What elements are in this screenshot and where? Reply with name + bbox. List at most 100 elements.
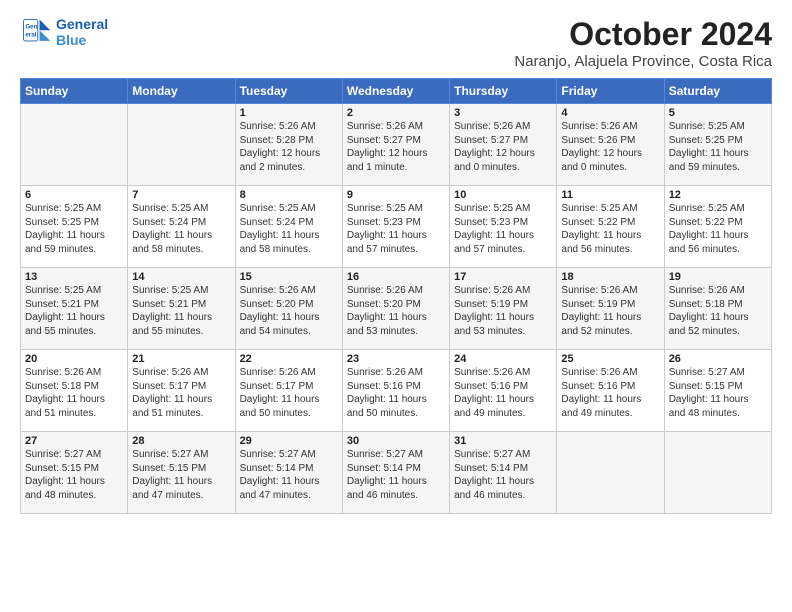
day-number: 14 <box>132 271 230 283</box>
day-number: 8 <box>240 189 338 201</box>
day-number: 30 <box>347 435 445 447</box>
calendar-cell: 14Sunrise: 5:25 AM Sunset: 5:21 PM Dayli… <box>128 268 235 350</box>
col-header-tuesday: Tuesday <box>235 79 342 104</box>
day-info: Sunrise: 5:25 AM Sunset: 5:25 PM Dayligh… <box>25 202 123 256</box>
calendar-cell: 10Sunrise: 5:25 AM Sunset: 5:23 PM Dayli… <box>450 186 557 268</box>
day-info: Sunrise: 5:26 AM Sunset: 5:19 PM Dayligh… <box>454 284 552 338</box>
day-number: 28 <box>132 435 230 447</box>
day-info: Sunrise: 5:26 AM Sunset: 5:18 PM Dayligh… <box>25 366 123 420</box>
calendar-cell: 28Sunrise: 5:27 AM Sunset: 5:15 PM Dayli… <box>128 432 235 514</box>
day-info: Sunrise: 5:27 AM Sunset: 5:14 PM Dayligh… <box>240 448 338 502</box>
main-title: October 2024 <box>514 16 772 53</box>
week-row-1: 6Sunrise: 5:25 AM Sunset: 5:25 PM Daylig… <box>21 186 772 268</box>
day-number: 31 <box>454 435 552 447</box>
calendar-cell: 15Sunrise: 5:26 AM Sunset: 5:20 PM Dayli… <box>235 268 342 350</box>
day-info: Sunrise: 5:25 AM Sunset: 5:23 PM Dayligh… <box>347 202 445 256</box>
day-info: Sunrise: 5:25 AM Sunset: 5:22 PM Dayligh… <box>561 202 659 256</box>
calendar-cell: 21Sunrise: 5:26 AM Sunset: 5:17 PM Dayli… <box>128 350 235 432</box>
calendar-cell <box>557 432 664 514</box>
calendar-cell: 18Sunrise: 5:26 AM Sunset: 5:19 PM Dayli… <box>557 268 664 350</box>
day-number: 20 <box>25 353 123 365</box>
title-block: October 2024 Naranjo, Alajuela Province,… <box>514 16 772 70</box>
calendar-cell: 2Sunrise: 5:26 AM Sunset: 5:27 PM Daylig… <box>342 104 449 186</box>
day-info: Sunrise: 5:27 AM Sunset: 5:14 PM Dayligh… <box>347 448 445 502</box>
day-info: Sunrise: 5:26 AM Sunset: 5:17 PM Dayligh… <box>240 366 338 420</box>
day-info: Sunrise: 5:26 AM Sunset: 5:27 PM Dayligh… <box>347 120 445 174</box>
calendar-table: SundayMondayTuesdayWednesdayThursdayFrid… <box>20 78 772 514</box>
day-number: 9 <box>347 189 445 201</box>
day-info: Sunrise: 5:27 AM Sunset: 5:15 PM Dayligh… <box>132 448 230 502</box>
calendar-cell: 27Sunrise: 5:27 AM Sunset: 5:15 PM Dayli… <box>21 432 128 514</box>
calendar-cell: 20Sunrise: 5:26 AM Sunset: 5:18 PM Dayli… <box>21 350 128 432</box>
calendar-cell: 25Sunrise: 5:26 AM Sunset: 5:16 PM Dayli… <box>557 350 664 432</box>
day-number: 26 <box>669 353 767 365</box>
calendar-cell <box>128 104 235 186</box>
day-number: 13 <box>25 271 123 283</box>
calendar-cell: 11Sunrise: 5:25 AM Sunset: 5:22 PM Dayli… <box>557 186 664 268</box>
col-header-monday: Monday <box>128 79 235 104</box>
calendar-cell: 17Sunrise: 5:26 AM Sunset: 5:19 PM Dayli… <box>450 268 557 350</box>
calendar-cell: 24Sunrise: 5:26 AM Sunset: 5:16 PM Dayli… <box>450 350 557 432</box>
day-number: 29 <box>240 435 338 447</box>
calendar-cell: 13Sunrise: 5:25 AM Sunset: 5:21 PM Dayli… <box>21 268 128 350</box>
day-info: Sunrise: 5:26 AM Sunset: 5:26 PM Dayligh… <box>561 120 659 174</box>
calendar-cell: 6Sunrise: 5:25 AM Sunset: 5:25 PM Daylig… <box>21 186 128 268</box>
calendar-cell: 23Sunrise: 5:26 AM Sunset: 5:16 PM Dayli… <box>342 350 449 432</box>
page: Gen eral General Blue October 2024 Naran… <box>0 0 792 612</box>
week-row-2: 13Sunrise: 5:25 AM Sunset: 5:21 PM Dayli… <box>21 268 772 350</box>
day-number: 6 <box>25 189 123 201</box>
header-row-table: SundayMondayTuesdayWednesdayThursdayFrid… <box>21 79 772 104</box>
day-info: Sunrise: 5:26 AM Sunset: 5:28 PM Dayligh… <box>240 120 338 174</box>
logo-text: General Blue <box>56 16 108 48</box>
calendar-cell: 29Sunrise: 5:27 AM Sunset: 5:14 PM Dayli… <box>235 432 342 514</box>
day-info: Sunrise: 5:25 AM Sunset: 5:21 PM Dayligh… <box>25 284 123 338</box>
col-header-friday: Friday <box>557 79 664 104</box>
day-number: 21 <box>132 353 230 365</box>
day-number: 25 <box>561 353 659 365</box>
calendar-cell: 31Sunrise: 5:27 AM Sunset: 5:14 PM Dayli… <box>450 432 557 514</box>
col-header-thursday: Thursday <box>450 79 557 104</box>
calendar-cell: 12Sunrise: 5:25 AM Sunset: 5:22 PM Dayli… <box>664 186 771 268</box>
day-number: 16 <box>347 271 445 283</box>
svg-text:eral: eral <box>25 31 36 38</box>
calendar-cell: 9Sunrise: 5:25 AM Sunset: 5:23 PM Daylig… <box>342 186 449 268</box>
calendar-cell <box>664 432 771 514</box>
calendar-cell: 1Sunrise: 5:26 AM Sunset: 5:28 PM Daylig… <box>235 104 342 186</box>
calendar-cell: 5Sunrise: 5:25 AM Sunset: 5:25 PM Daylig… <box>664 104 771 186</box>
day-info: Sunrise: 5:26 AM Sunset: 5:20 PM Dayligh… <box>240 284 338 338</box>
day-number: 15 <box>240 271 338 283</box>
day-number: 1 <box>240 107 338 119</box>
day-info: Sunrise: 5:26 AM Sunset: 5:18 PM Dayligh… <box>669 284 767 338</box>
day-number: 4 <box>561 107 659 119</box>
day-number: 3 <box>454 107 552 119</box>
day-info: Sunrise: 5:26 AM Sunset: 5:16 PM Dayligh… <box>347 366 445 420</box>
day-info: Sunrise: 5:27 AM Sunset: 5:15 PM Dayligh… <box>669 366 767 420</box>
logo: Gen eral General Blue <box>20 16 108 48</box>
day-number: 27 <box>25 435 123 447</box>
day-info: Sunrise: 5:25 AM Sunset: 5:21 PM Dayligh… <box>132 284 230 338</box>
day-number: 19 <box>669 271 767 283</box>
subtitle: Naranjo, Alajuela Province, Costa Rica <box>514 53 772 70</box>
day-info: Sunrise: 5:25 AM Sunset: 5:23 PM Dayligh… <box>454 202 552 256</box>
calendar-cell: 3Sunrise: 5:26 AM Sunset: 5:27 PM Daylig… <box>450 104 557 186</box>
week-row-4: 27Sunrise: 5:27 AM Sunset: 5:15 PM Dayli… <box>21 432 772 514</box>
calendar-cell: 8Sunrise: 5:25 AM Sunset: 5:24 PM Daylig… <box>235 186 342 268</box>
day-number: 22 <box>240 353 338 365</box>
day-info: Sunrise: 5:26 AM Sunset: 5:19 PM Dayligh… <box>561 284 659 338</box>
calendar-cell: 30Sunrise: 5:27 AM Sunset: 5:14 PM Dayli… <box>342 432 449 514</box>
day-number: 12 <box>669 189 767 201</box>
day-number: 5 <box>669 107 767 119</box>
day-info: Sunrise: 5:25 AM Sunset: 5:22 PM Dayligh… <box>669 202 767 256</box>
calendar-cell: 26Sunrise: 5:27 AM Sunset: 5:15 PM Dayli… <box>664 350 771 432</box>
logo-icon: Gen eral <box>20 16 52 48</box>
day-info: Sunrise: 5:26 AM Sunset: 5:20 PM Dayligh… <box>347 284 445 338</box>
col-header-sunday: Sunday <box>21 79 128 104</box>
day-info: Sunrise: 5:25 AM Sunset: 5:24 PM Dayligh… <box>240 202 338 256</box>
day-info: Sunrise: 5:27 AM Sunset: 5:15 PM Dayligh… <box>25 448 123 502</box>
day-number: 24 <box>454 353 552 365</box>
calendar-cell: 22Sunrise: 5:26 AM Sunset: 5:17 PM Dayli… <box>235 350 342 432</box>
day-number: 23 <box>347 353 445 365</box>
col-header-wednesday: Wednesday <box>342 79 449 104</box>
day-number: 17 <box>454 271 552 283</box>
calendar-cell <box>21 104 128 186</box>
